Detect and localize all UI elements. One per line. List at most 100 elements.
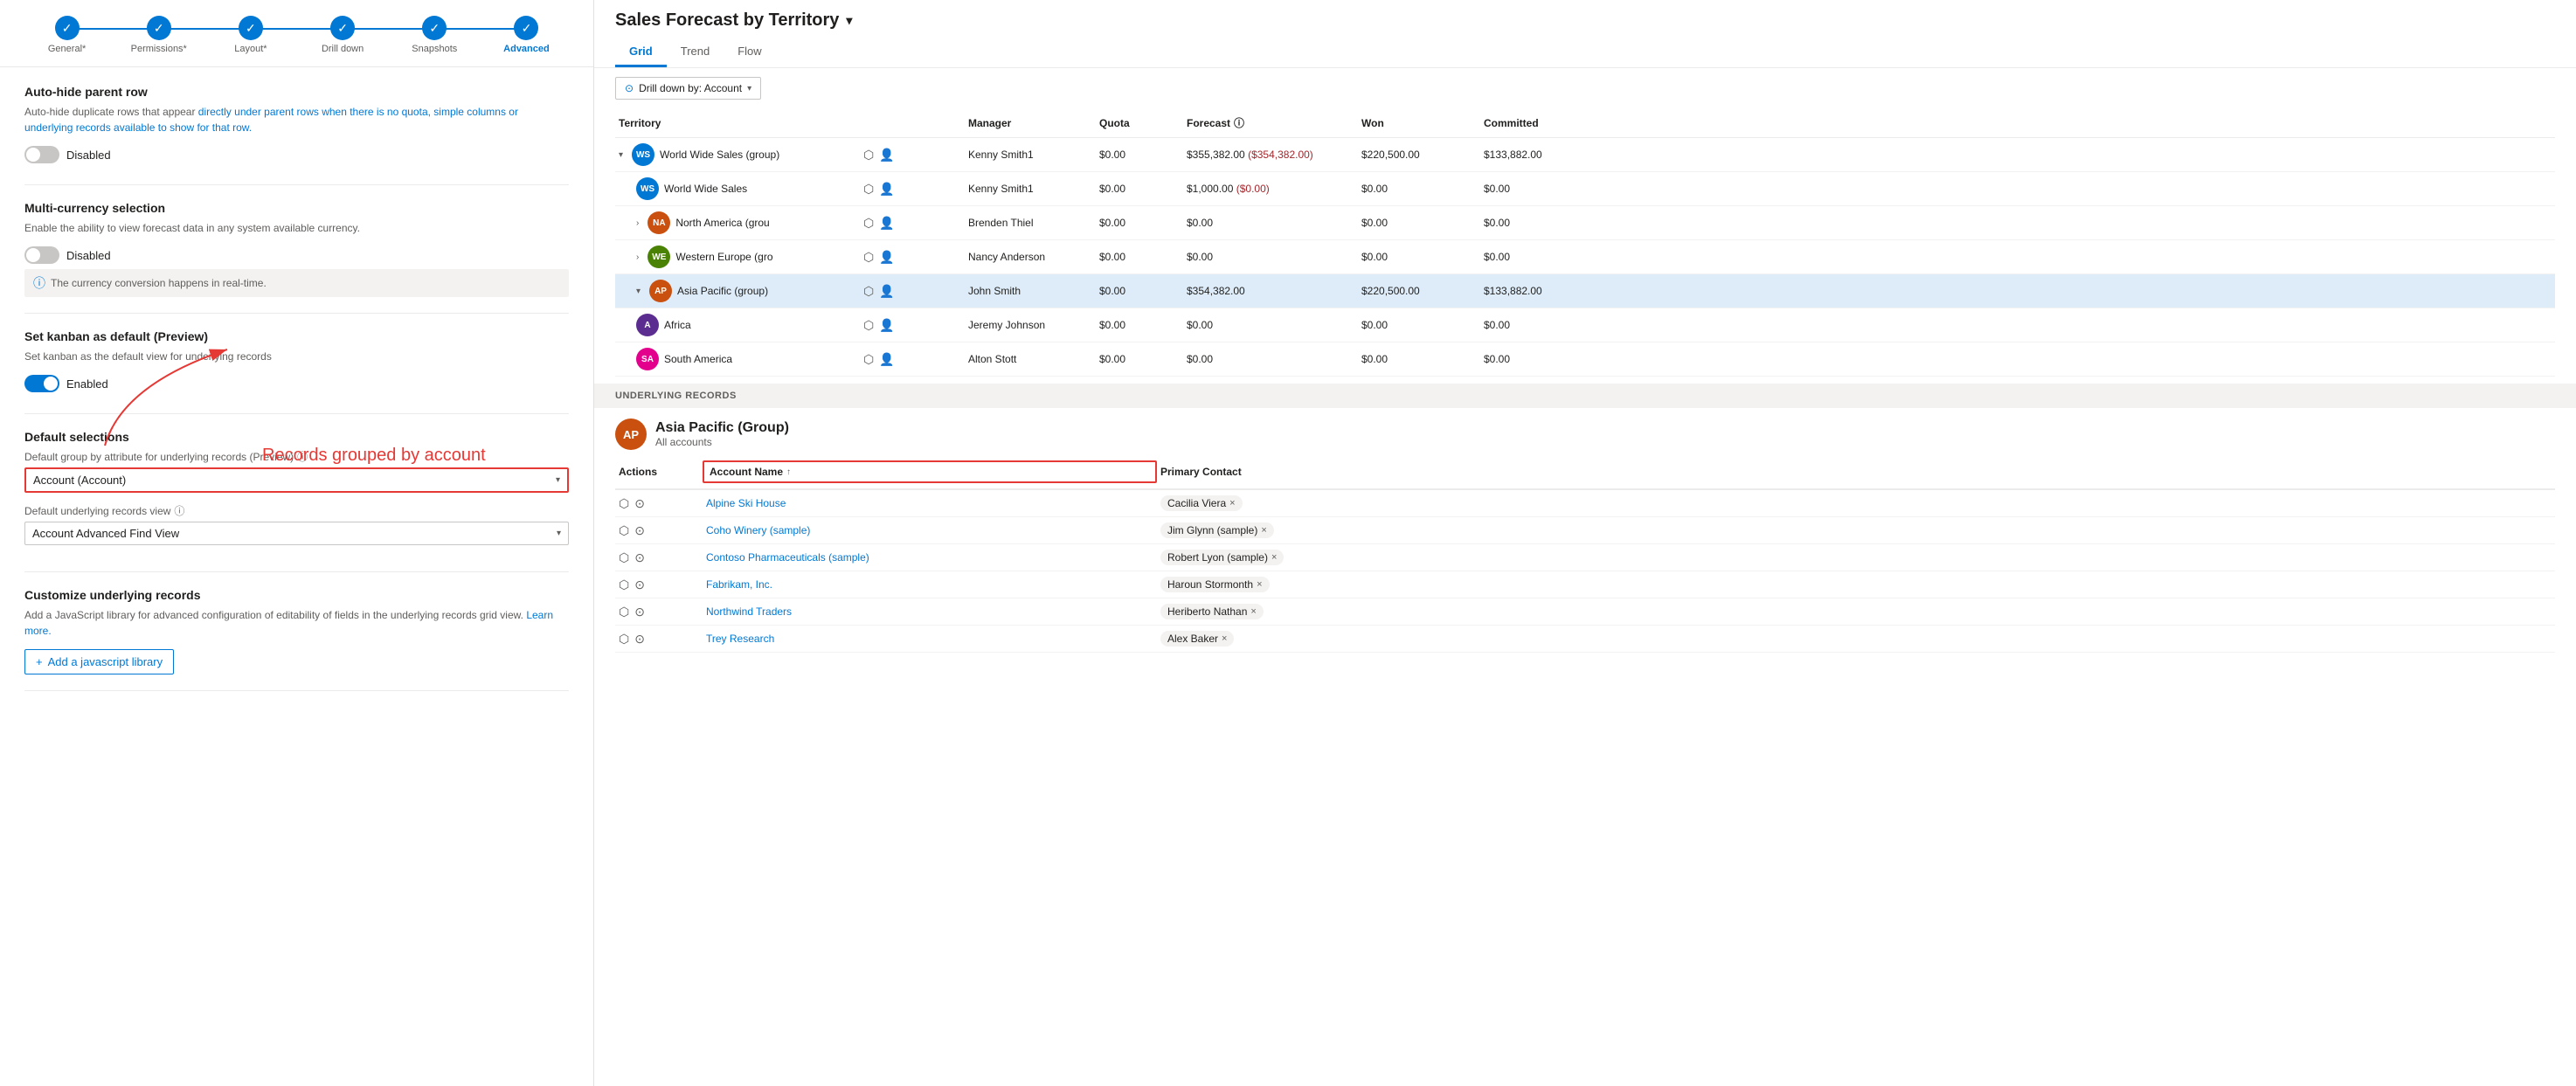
- tab-grid[interactable]: Grid: [615, 38, 667, 67]
- contact-name-2: Robert Lyon (sample): [1167, 551, 1268, 564]
- group-dropdown[interactable]: Account (Account) ▾: [24, 467, 569, 493]
- open-icon-5[interactable]: ⬡: [619, 632, 629, 647]
- won-1: $0.00: [1358, 183, 1480, 195]
- col-won: Won: [1358, 115, 1480, 130]
- expand-icon-4[interactable]: ▾: [636, 287, 641, 296]
- committed-3: $0.00: [1480, 251, 1611, 263]
- detail-icon-4[interactable]: ⊙: [634, 605, 645, 619]
- learn-more-link[interactable]: Learn more.: [24, 609, 553, 637]
- share-icon-3[interactable]: ⬡: [863, 250, 874, 265]
- territory-cell-4: ▾ AP Asia Pacific (group): [615, 280, 860, 302]
- person-icon-3[interactable]: 👤: [879, 250, 894, 265]
- tab-flow[interactable]: Flow: [724, 38, 775, 67]
- expand-icon-2[interactable]: ›: [636, 218, 639, 228]
- actions-4: ⬡ 👤: [863, 284, 909, 299]
- contact-name-3: Haroun Stormonth: [1167, 578, 1253, 591]
- under-actions-1: ⬡ ⊙: [615, 523, 703, 538]
- quota-4: $0.00: [1096, 285, 1183, 297]
- account-name-link-5[interactable]: Trey Research: [706, 633, 774, 645]
- contact-remove-2[interactable]: ×: [1271, 552, 1277, 563]
- person-icon-4[interactable]: 👤: [879, 284, 894, 299]
- default-selections-section: Default selections Default group by attr…: [24, 430, 569, 572]
- underlying-title-row: AP Asia Pacific (Group) All accounts: [594, 408, 2576, 455]
- add-js-plus-icon: +: [36, 655, 43, 668]
- action-icons-2: ⬡ 👤: [860, 216, 912, 231]
- share-icon-2[interactable]: ⬡: [863, 216, 874, 231]
- auto-hide-desc-blue: directly under parent rows when there is…: [24, 106, 518, 134]
- drill-down-button[interactable]: ⊙ Drill down by: Account ▾: [615, 77, 761, 100]
- contact-tag-2: Robert Lyon (sample) ×: [1160, 550, 1284, 565]
- step-layout[interactable]: ✓ Layout*: [204, 16, 296, 54]
- person-icon-5[interactable]: 👤: [879, 318, 894, 333]
- forecast-4: $354,382.00: [1183, 285, 1358, 297]
- person-icon-2[interactable]: 👤: [879, 216, 894, 231]
- drill-down-chevron-icon: ▾: [747, 84, 751, 93]
- under-contact-0: Cacilia Viera ×: [1157, 495, 2555, 511]
- kanban-toggle[interactable]: [24, 375, 59, 392]
- step-general[interactable]: ✓ General*: [21, 16, 113, 54]
- group-dropdown-value: Account (Account): [33, 474, 126, 487]
- auto-hide-toggle-row: Disabled: [24, 146, 569, 163]
- contact-remove-1[interactable]: ×: [1261, 525, 1266, 536]
- person-icon-0[interactable]: 👤: [879, 148, 894, 163]
- open-icon-2[interactable]: ⬡: [619, 550, 629, 565]
- territory-name-1: World Wide Sales: [664, 183, 747, 195]
- share-icon-5[interactable]: ⬡: [863, 318, 874, 333]
- account-name-link-0[interactable]: Alpine Ski House: [706, 497, 786, 509]
- view-info-icon: ⓘ: [174, 503, 184, 518]
- avatar-3: WE: [647, 246, 670, 268]
- step-permissions-label: Permissions*: [131, 44, 187, 54]
- manager-5: Jeremy Johnson: [965, 319, 1096, 331]
- person-icon-1[interactable]: 👤: [879, 182, 894, 197]
- contact-remove-5[interactable]: ×: [1222, 633, 1227, 644]
- detail-icon-5[interactable]: ⊙: [634, 632, 645, 647]
- tab-trend[interactable]: Trend: [667, 38, 724, 67]
- step-permissions[interactable]: ✓ Permissions*: [113, 16, 204, 54]
- step-drilldown[interactable]: ✓ Drill down: [297, 16, 389, 54]
- share-icon-6[interactable]: ⬡: [863, 352, 874, 367]
- detail-icon-0[interactable]: ⊙: [634, 496, 645, 511]
- expand-icon-0[interactable]: ▾: [619, 150, 623, 160]
- territory-cell-5: A Africa: [615, 314, 860, 336]
- territory-name-4: Asia Pacific (group): [677, 285, 768, 297]
- manager-2: Brenden Thiel: [965, 217, 1096, 229]
- open-icon-0[interactable]: ⬡: [619, 496, 629, 511]
- open-icon-4[interactable]: ⬡: [619, 605, 629, 619]
- share-icon-4[interactable]: ⬡: [863, 284, 874, 299]
- detail-icon-2[interactable]: ⊙: [634, 550, 645, 565]
- forecast-neg-1: ($0.00): [1236, 183, 1270, 195]
- account-name-link-4[interactable]: Northwind Traders: [706, 605, 792, 618]
- multi-currency-toggle[interactable]: [24, 246, 59, 264]
- open-icon-1[interactable]: ⬡: [619, 523, 629, 538]
- contact-remove-3[interactable]: ×: [1257, 579, 1262, 590]
- contact-remove-0[interactable]: ×: [1229, 498, 1235, 508]
- under-contact-3: Haroun Stormonth ×: [1157, 577, 2555, 592]
- share-icon-1[interactable]: ⬡: [863, 182, 874, 197]
- account-name-link-1[interactable]: Coho Winery (sample): [706, 524, 810, 536]
- table-row: › NA North America (grou ⬡ 👤 Brenden Thi…: [615, 206, 2555, 240]
- auto-hide-toggle[interactable]: [24, 146, 59, 163]
- manager-3: Nancy Anderson: [965, 251, 1096, 263]
- committed-2: $0.00: [1480, 217, 1611, 229]
- contact-remove-4[interactable]: ×: [1250, 606, 1256, 617]
- share-icon-0[interactable]: ⬡: [863, 148, 874, 163]
- quota-5: $0.00: [1096, 319, 1183, 331]
- detail-icon-1[interactable]: ⊙: [634, 523, 645, 538]
- contact-name-5: Alex Baker: [1167, 633, 1218, 645]
- person-icon-6[interactable]: 👤: [879, 352, 894, 367]
- step-snapshots[interactable]: ✓ Snapshots: [389, 16, 481, 54]
- territory-cell-1: WS World Wide Sales: [615, 177, 860, 200]
- forecast-title-chevron-icon[interactable]: ▾: [846, 13, 852, 28]
- view-chevron-icon: ▾: [557, 529, 561, 538]
- action-share-0: ⬡ 👤: [860, 148, 912, 163]
- account-name-link-2[interactable]: Contoso Pharmaceuticals (sample): [706, 551, 869, 564]
- open-icon-3[interactable]: ⬡: [619, 578, 629, 592]
- table-row: A Africa ⬡ 👤 Jeremy Johnson $0.00 $0.00 …: [615, 308, 2555, 342]
- step-advanced[interactable]: ✓ Advanced: [481, 16, 572, 54]
- detail-icon-3[interactable]: ⊙: [634, 578, 645, 592]
- expand-icon-3[interactable]: ›: [636, 252, 639, 262]
- add-js-button[interactable]: + Add a javascript library: [24, 649, 174, 674]
- view-dropdown[interactable]: Account Advanced Find View ▾: [24, 522, 569, 545]
- forecast-tabs: Grid Trend Flow: [615, 38, 2555, 67]
- account-name-link-3[interactable]: Fabrikam, Inc.: [706, 578, 772, 591]
